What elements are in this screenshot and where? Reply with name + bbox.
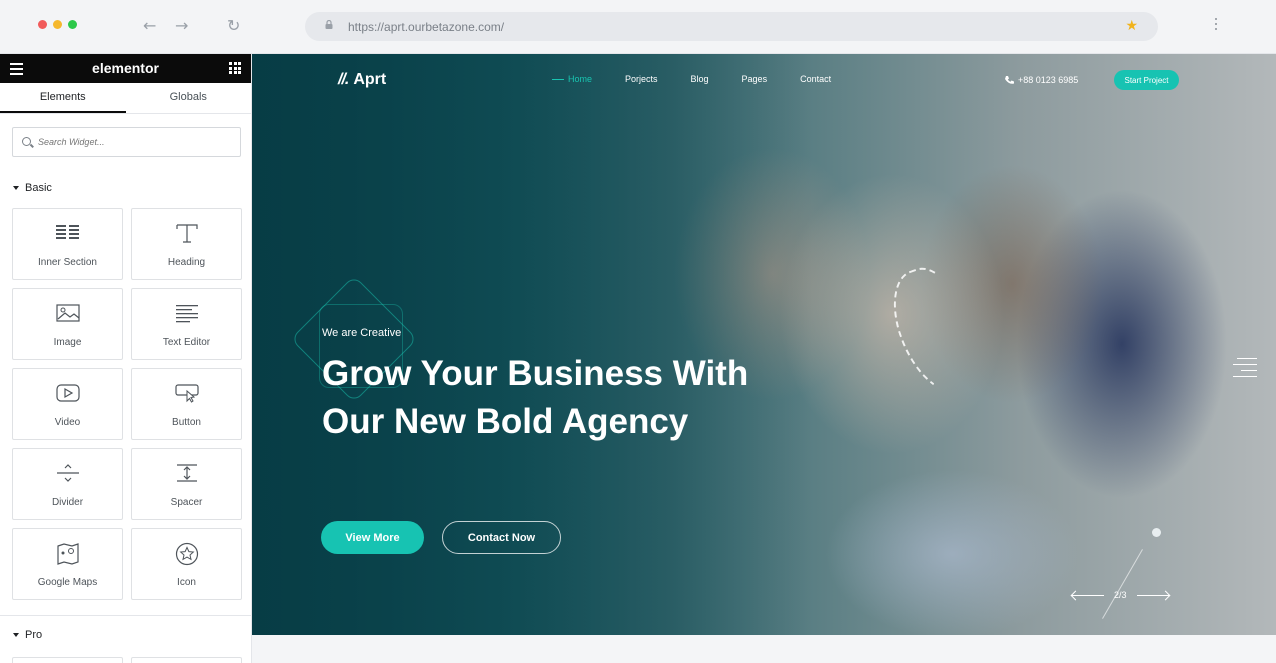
site-preview-hero: //. Aprt Home Porjects Blog Pages Contac… <box>252 54 1276 635</box>
nav-home[interactable]: Home <box>552 74 592 84</box>
back-arrow-icon[interactable]: ← <box>143 16 156 35</box>
address-bar[interactable]: https://aprt.ourbetazone.com/ ★ <box>305 12 1158 41</box>
phone-contact[interactable]: +88 0123 6985 <box>1004 75 1078 85</box>
widget-label: Spacer <box>170 497 203 508</box>
star-icon <box>175 542 198 566</box>
grid-apps-icon[interactable] <box>229 62 241 74</box>
phone-icon <box>1005 76 1014 84</box>
section-pro-label: Pro <box>25 629 43 641</box>
widget-label: Google Maps <box>37 577 98 588</box>
forward-arrow-icon[interactable]: → <box>175 16 188 35</box>
widget-label: Icon <box>177 577 196 588</box>
slide-counter: 2/3 <box>1114 590 1127 600</box>
panel-tabs: Elements Globals <box>0 83 251 114</box>
widget-label: Image <box>53 337 82 348</box>
slider-decoration-line <box>1102 549 1143 619</box>
widget-grid: Inner Section Heading Image Text Editor … <box>12 208 242 600</box>
elementor-logo: elementor <box>92 60 159 76</box>
widget-label: Inner Section <box>38 257 97 268</box>
caret-down-icon <box>13 633 19 637</box>
slider-decoration-dot <box>1152 528 1161 537</box>
section-pro[interactable]: Pro <box>13 629 42 641</box>
site-nav: Home Porjects Blog Pages Contact <box>552 74 831 84</box>
search-widget-input[interactable] <box>38 128 238 156</box>
widget-icon[interactable]: Icon <box>131 528 242 600</box>
slider-navigation: 2/3 <box>1072 590 1169 600</box>
site-logo[interactable]: //. Aprt <box>338 71 386 89</box>
pro-widget[interactable] <box>131 657 242 663</box>
hero-headline: Grow Your Business With Our New Bold Age… <box>322 354 749 441</box>
text-editor-icon <box>175 305 198 323</box>
minimize-window-dot[interactable] <box>53 20 62 29</box>
widget-inner-section[interactable]: Inner Section <box>12 208 123 280</box>
widget-label: Button <box>172 417 201 428</box>
image-icon <box>55 304 80 322</box>
pro-widget[interactable] <box>12 657 123 663</box>
divider-icon <box>56 464 79 482</box>
url-text: https://aprt.ourbetazone.com/ <box>348 20 505 34</box>
inner-section-icon <box>55 225 79 239</box>
start-project-button[interactable]: Start Project <box>1114 70 1179 90</box>
reload-icon[interactable]: ↻ <box>227 16 240 35</box>
next-slide-arrow-icon[interactable] <box>1136 594 1169 596</box>
widget-video[interactable]: Video <box>12 368 123 440</box>
nav-pages[interactable]: Pages <box>742 74 768 84</box>
side-menu-icon[interactable] <box>1233 358 1257 377</box>
widget-google-maps[interactable]: Google Maps <box>12 528 123 600</box>
widget-divider[interactable]: Divider <box>12 448 123 520</box>
widget-label: Heading <box>167 257 206 268</box>
panel-header: elementor <box>0 54 251 83</box>
browser-toolbar: ← → ↻ https://aprt.ourbetazone.com/ ★ <box>0 0 1276 54</box>
search-icon <box>22 137 31 146</box>
widget-text-editor[interactable]: Text Editor <box>131 288 242 360</box>
widget-button[interactable]: Button <box>131 368 242 440</box>
pro-widgets-partial <box>12 657 242 663</box>
caret-down-icon <box>13 186 19 190</box>
google-maps-icon <box>56 543 79 565</box>
tab-globals[interactable]: Globals <box>126 83 252 113</box>
section-basic-label: Basic <box>25 182 52 194</box>
widget-label: Divider <box>51 497 84 508</box>
close-window-dot[interactable] <box>38 20 47 29</box>
view-more-button[interactable]: View More <box>321 521 424 554</box>
phone-number: +88 0123 6985 <box>1018 75 1079 85</box>
dashed-path-decoration <box>879 257 991 405</box>
button-icon <box>174 384 199 403</box>
spacer-icon <box>176 464 197 482</box>
contact-now-button[interactable]: Contact Now <box>442 521 561 554</box>
lock-icon <box>325 20 333 29</box>
heading-icon <box>175 224 198 243</box>
nav-projects[interactable]: Porjects <box>625 74 658 84</box>
maximize-window-dot[interactable] <box>68 20 77 29</box>
widget-label: Text Editor <box>162 337 211 348</box>
prev-slide-arrow-icon[interactable] <box>1072 594 1104 596</box>
widget-label: Video <box>54 417 81 428</box>
tab-elements[interactable]: Elements <box>0 83 126 113</box>
browser-menu-icon[interactable] <box>1215 18 1217 30</box>
bookmark-star-icon[interactable]: ★ <box>1125 18 1138 34</box>
video-icon <box>55 384 80 402</box>
widget-heading[interactable]: Heading <box>131 208 242 280</box>
logo-text: Aprt <box>353 71 387 88</box>
nav-contact[interactable]: Contact <box>800 74 831 84</box>
window-controls <box>38 20 77 29</box>
widget-search[interactable] <box>12 127 241 157</box>
section-basic[interactable]: Basic <box>13 182 52 194</box>
hero-eyebrow: We are Creative <box>322 327 402 339</box>
widget-image[interactable]: Image <box>12 288 123 360</box>
logo-mark: //. <box>338 71 349 88</box>
elementor-panel: elementor Elements Globals Basic Inner S… <box>0 54 252 663</box>
widget-spacer[interactable]: Spacer <box>131 448 242 520</box>
divider-line <box>0 615 251 616</box>
nav-blog[interactable]: Blog <box>691 74 709 84</box>
